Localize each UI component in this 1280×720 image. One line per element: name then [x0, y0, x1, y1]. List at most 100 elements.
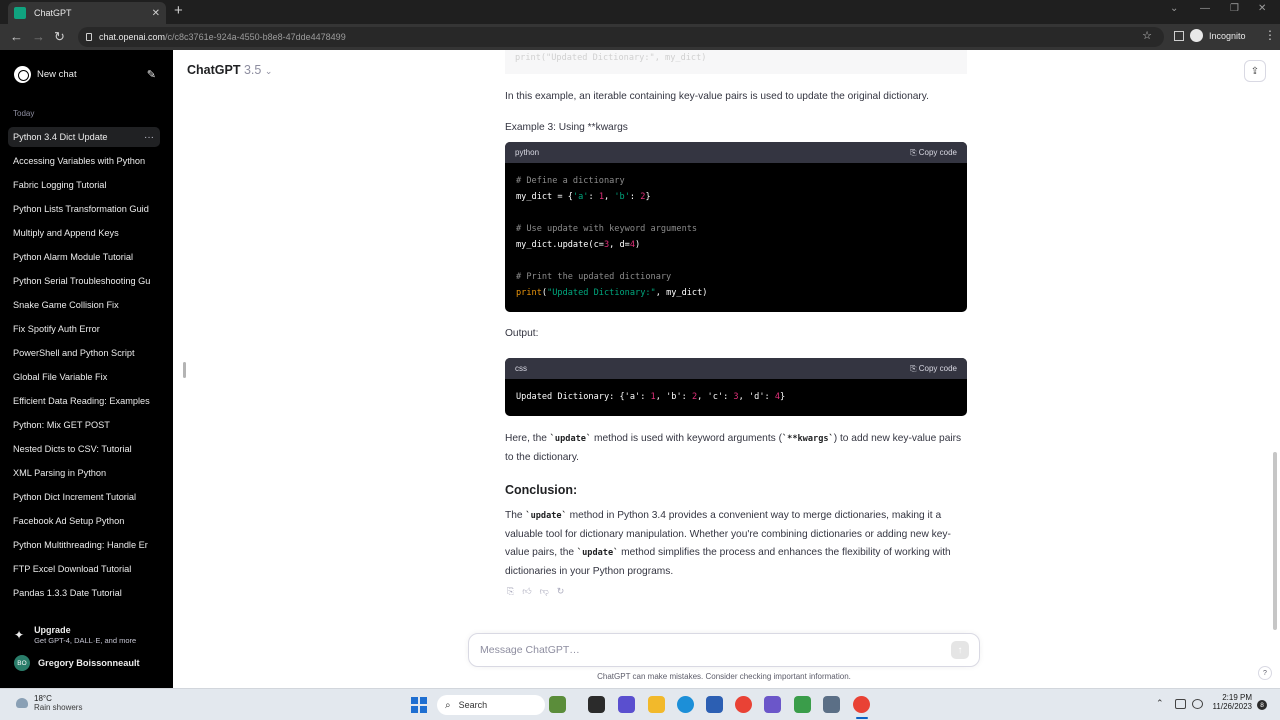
- sidebar-collapse-handle[interactable]: [183, 362, 186, 378]
- sidebar-item-label: Python Lists Transformation Guid: [13, 204, 149, 214]
- upgrade-button[interactable]: ✦ Upgrade Get GPT-4, DALL·E, and more: [8, 622, 160, 648]
- sidebar-item[interactable]: Fabric Logging Tutorial: [8, 175, 160, 195]
- browser-menu-icon[interactable]: ⋮: [1264, 28, 1276, 42]
- help-icon[interactable]: ?: [1258, 666, 1272, 680]
- sidebar-item-label: Python Dict Increment Tutorial: [13, 492, 137, 502]
- system-clock[interactable]: 2:19 PM 11/26/2023: [1210, 693, 1252, 711]
- code-line: my_dict.update(c=3, d=4): [516, 237, 956, 253]
- excel-app-icon[interactable]: [794, 696, 811, 713]
- remote-desktop-icon[interactable]: [823, 696, 840, 713]
- share-button[interactable]: ⇪: [1244, 60, 1266, 82]
- new-chat-button[interactable]: New chat ✎: [8, 60, 160, 88]
- side-panel-icon[interactable]: [1174, 31, 1184, 41]
- sidebar-item[interactable]: Snake Game Collision Fix: [8, 295, 160, 315]
- restore-icon[interactable]: ❐: [1230, 3, 1239, 14]
- close-tab-icon[interactable]: ✕: [152, 8, 160, 19]
- sparkle-icon: ✦: [14, 628, 25, 642]
- address-bar[interactable]: chat.openai.com /c/c8c3761e-924a-4550-b8…: [78, 27, 1164, 47]
- incognito-indicator[interactable]: Incognito: [1190, 29, 1246, 42]
- rain-cloud-icon: [16, 698, 28, 708]
- sidebar-item-label: Fabric Logging Tutorial: [13, 180, 107, 190]
- regenerate-icon[interactable]: ↻: [557, 586, 565, 597]
- copy-icon[interactable]: ⎘: [507, 586, 514, 597]
- code-token: print: [516, 288, 542, 298]
- windows-start-icon[interactable]: [411, 697, 427, 713]
- code-token: :: [588, 192, 599, 202]
- network-icon[interactable]: [1175, 699, 1186, 709]
- chrome-browser-icon[interactable]: [735, 696, 752, 713]
- text: method is used with keyword arguments (: [591, 433, 782, 444]
- more-options-icon[interactable]: ···: [144, 132, 154, 143]
- sidebar-item[interactable]: Accessing Variables with Python: [8, 151, 160, 171]
- sidebar-item[interactable]: Python Lists Transformation Guid: [8, 199, 160, 219]
- openai-logo-icon: [14, 65, 31, 83]
- code-line: # Print the updated dictionary: [516, 269, 956, 285]
- clipboard-icon: ⎘: [910, 363, 917, 373]
- sidebar-item[interactable]: Multiply and Append Keys: [8, 223, 160, 243]
- sidebar-item-label: Global File Variable Fix: [13, 372, 108, 382]
- user-menu[interactable]: BO Gregory Boissonneault: [8, 652, 160, 674]
- edge-browser-icon[interactable]: [677, 696, 694, 713]
- sidebar-item[interactable]: Efficient Data Reading: Examples: [8, 391, 160, 411]
- code-token: ,: [655, 392, 667, 402]
- store-app-icon[interactable]: [706, 696, 723, 713]
- forward-icon[interactable]: →: [32, 28, 45, 46]
- code-token: :: [764, 392, 775, 402]
- bookmark-star-icon[interactable]: ☆: [1142, 29, 1152, 42]
- code-line: # Define a dictionary: [516, 173, 956, 189]
- sidebar-item[interactable]: Facebook Ad Setup Python: [8, 511, 160, 531]
- thumbs-down-icon[interactable]: 👎︎: [540, 586, 549, 597]
- widgets-app-icon[interactable]: [549, 696, 566, 713]
- volume-icon[interactable]: [1192, 699, 1203, 709]
- close-window-icon[interactable]: ✕: [1258, 3, 1266, 14]
- sidebar-item-label: Python 3.4 Dict Update: [13, 132, 108, 142]
- taskbar-search[interactable]: ⌕ Search: [437, 695, 545, 715]
- sidebar-item-label: Facebook Ad Setup Python: [13, 516, 125, 526]
- sidebar-item[interactable]: Python Alarm Module Tutorial: [8, 247, 160, 267]
- sidebar-item[interactable]: Fix Spotify Auth Error: [8, 319, 160, 339]
- code-token: }: [645, 192, 651, 202]
- code-token: # Print the updated dictionary: [516, 272, 672, 282]
- sidebar-item[interactable]: Pandas 1.3.3 Date Tutorial: [8, 583, 160, 603]
- minimize-icon[interactable]: —: [1200, 3, 1210, 14]
- sidebar-item[interactable]: Python 3.4 Dict Update ···: [8, 127, 160, 147]
- sidebar-item[interactable]: Python Multithreading: Handle Er: [8, 535, 160, 555]
- back-icon[interactable]: ←: [10, 28, 23, 46]
- sidebar-item[interactable]: XML Parsing in Python: [8, 463, 160, 483]
- paragraph: Here, the `update` method is used with k…: [505, 430, 967, 467]
- chevron-down-icon[interactable]: ⌄: [1170, 3, 1178, 14]
- copy-code-button[interactable]: ⎘ Copy code: [910, 148, 957, 158]
- sidebar-item[interactable]: Nested Dicts to CSV: Tutorial: [8, 439, 160, 459]
- sidebar-item[interactable]: Python Serial Troubleshooting Gu: [8, 271, 160, 291]
- edit-icon[interactable]: ✎: [147, 68, 156, 81]
- app-icon[interactable]: [764, 696, 781, 713]
- sidebar-item[interactable]: Python: Mix GET POST: [8, 415, 160, 435]
- send-button[interactable]: ↑: [951, 641, 969, 659]
- sidebar-item[interactable]: Python Dict Increment Tutorial: [8, 487, 160, 507]
- code-content: Updated Dictionary: {'a': 1, 'b': 2, 'c'…: [505, 379, 967, 415]
- thumbs-up-icon[interactable]: 👍︎: [522, 586, 531, 597]
- copy-code-button[interactable]: ⎘ Copy code: [910, 364, 957, 374]
- sidebar-item[interactable]: PowerShell and Python Script: [8, 343, 160, 363]
- sidebar-item[interactable]: FTP Excel Download Tutorial: [8, 559, 160, 579]
- scrollbar[interactable]: [1273, 452, 1277, 630]
- code-language: css: [515, 364, 527, 373]
- task-view-icon[interactable]: [588, 696, 605, 713]
- new-tab-icon[interactable]: +: [174, 2, 183, 20]
- notification-badge[interactable]: 8: [1257, 700, 1267, 710]
- browser-tab[interactable]: ChatGPT ✕: [8, 2, 166, 24]
- code-token: , d=: [609, 240, 630, 250]
- chat-app-icon[interactable]: [618, 696, 635, 713]
- code-language: python: [515, 148, 540, 157]
- file-explorer-icon[interactable]: [648, 696, 665, 713]
- chevron-up-icon[interactable]: ⌃: [1156, 698, 1164, 709]
- weather-widget[interactable]: 18°C Rain showers: [16, 694, 82, 712]
- reload-icon[interactable]: ↻: [54, 28, 65, 46]
- code-token: :: [640, 392, 651, 402]
- model-selector[interactable]: ChatGPT 3.5 ⌄: [187, 63, 272, 77]
- message-input[interactable]: [480, 644, 951, 656]
- tab-title: ChatGPT: [34, 8, 72, 18]
- text: Here, the: [505, 433, 550, 444]
- chrome-incognito-icon[interactable]: [853, 696, 870, 713]
- sidebar-item[interactable]: Global File Variable Fix: [8, 367, 160, 387]
